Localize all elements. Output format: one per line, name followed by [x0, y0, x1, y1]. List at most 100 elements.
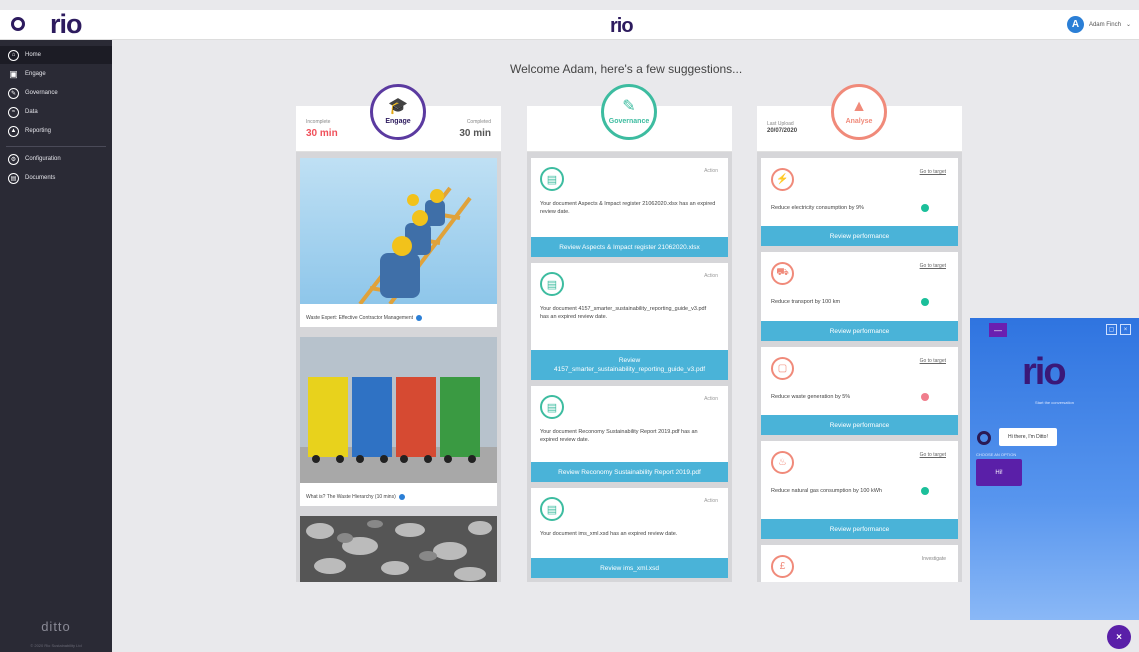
review-performance-button[interactable]: Review performance: [761, 519, 958, 539]
action-tag: Action: [704, 273, 718, 279]
data-icon: ≈: [8, 106, 19, 118]
analyse-badge-label: Analyse: [845, 118, 873, 125]
sidebar-item-engage[interactable]: ▣ Engage: [0, 65, 112, 83]
review-performance-button[interactable]: Review performance: [761, 415, 958, 435]
governance-card-text: Your document Reconomy Sustainability Re…: [540, 429, 698, 443]
analyse-card: ▢ Go to target Reduce waste generation b…: [761, 347, 958, 435]
status-indicator: [921, 204, 929, 212]
completed-label: Completed: [466, 119, 491, 125]
completed-value: 30 min: [459, 128, 491, 139]
info-icon[interactable]: [416, 315, 422, 321]
gear-icon: ⚙: [8, 153, 19, 165]
sidebar-item-label: Configuration: [25, 156, 61, 162]
pound-icon: £: [771, 555, 794, 578]
engage-column: Incomplete 30 min Completed 30 min 🎓 Eng…: [296, 84, 501, 582]
action-tag: Action: [704, 498, 718, 504]
home-icon: ⌂: [8, 49, 19, 61]
sidebar-item-reporting[interactable]: ▲ Reporting: [0, 122, 112, 140]
chart-icon: ▲: [8, 125, 19, 137]
minimize-button[interactable]: —: [989, 323, 1007, 337]
logo-mark-icon: [11, 17, 25, 31]
engage-badge-label: Engage: [385, 118, 411, 125]
chat-widget: — ▢ × rio Start the conversation Hi ther…: [970, 318, 1139, 620]
last-upload-value: 20/07/2020: [767, 128, 798, 134]
go-to-target-link[interactable]: Go to target: [920, 358, 946, 364]
review-button-line: Review: [618, 357, 641, 364]
engage-card[interactable]: Waste Expert: Effective Contractor Manag…: [300, 158, 497, 327]
governance-card: ▤ Action Your document Reconomy Sustaina…: [531, 386, 728, 482]
trash-icon: ▢: [771, 357, 794, 380]
area-chart-icon: ▲: [851, 98, 867, 115]
avatar: A: [1066, 16, 1084, 33]
governance-card-text: Your document Aspects & Impact register …: [540, 201, 716, 215]
lightning-icon: ⚡: [771, 168, 794, 191]
sidebar-item-label: Data: [25, 109, 38, 115]
governance-column: ✎ Governance ▤ Action Your document Aspe…: [527, 84, 732, 582]
cans-photo: [300, 516, 497, 582]
sidebar-item-configuration[interactable]: ⚙ Configuration: [0, 150, 112, 168]
target-text: Reduce electricity consumption by 9%: [771, 205, 864, 211]
sidebar-divider: [6, 146, 106, 147]
governance-card: ▤ Action Your document Aspects & Impact …: [531, 158, 728, 257]
document-icon: ▤: [8, 172, 19, 184]
incomplete-value: 30 min: [306, 128, 338, 139]
governance-card-text: Your document ims_xml.xsd has an expired…: [540, 531, 678, 537]
close-icon[interactable]: ×: [1120, 324, 1131, 335]
review-performance-button[interactable]: Review performance: [761, 321, 958, 341]
review-button[interactable]: Review 4157_smarter_sustainability_repor…: [531, 350, 728, 380]
target-text: Reduce transport by 100 km: [771, 299, 841, 305]
chat-option-button[interactable]: Hi!: [976, 459, 1022, 486]
sidebar-item-governance[interactable]: ✎ Governance: [0, 84, 112, 102]
go-to-target-link[interactable]: Go to target: [920, 263, 946, 269]
welcome-heading: Welcome Adam, here's a few suggestions..…: [510, 62, 743, 76]
popout-icon[interactable]: ▢: [1106, 324, 1117, 335]
review-button[interactable]: Review ims_xml.xsd: [531, 558, 728, 578]
engage-card-title: What is? The Waste Hierarchy (10 mins): [306, 494, 396, 500]
go-to-target-link[interactable]: Go to target: [920, 452, 946, 458]
logo-word: rio: [50, 9, 83, 39]
graduation-cap-icon: ▣: [9, 68, 18, 79]
governance-badge[interactable]: ✎ Governance: [601, 84, 657, 140]
document-icon: ▤: [540, 497, 564, 521]
target-text: Reduce waste generation by 5%: [771, 394, 851, 400]
pencil-icon: ✎: [622, 98, 636, 115]
engage-card[interactable]: What is? The Waste Hierarchy (10 mins): [300, 337, 497, 506]
engage-card[interactable]: [300, 516, 497, 582]
document-icon: ▤: [540, 395, 564, 419]
analyse-badge[interactable]: ▲ Analyse: [831, 84, 887, 140]
copyright: © 2020 Rio Sustainability Ltd: [30, 643, 82, 648]
document-icon: ▤: [540, 167, 564, 191]
brand-logo[interactable]: rio: [0, 10, 112, 40]
sidebar-item-label: Engage: [25, 71, 46, 77]
status-indicator: [921, 393, 929, 401]
status-indicator: [921, 298, 929, 306]
chat-logo: rio: [1022, 351, 1067, 393]
sidebar-item-label: Documents: [25, 175, 56, 181]
chat-close-button[interactable]: ×: [1107, 625, 1131, 649]
sidebar-item-home[interactable]: ⌂ Home: [0, 46, 112, 64]
review-button[interactable]: Review Reconomy Sustainability Report 20…: [531, 462, 728, 482]
graduation-cap-icon: 🎓: [388, 98, 408, 115]
target-text: Reduce natural gas consumption by 100 kW…: [771, 488, 882, 494]
engage-badge[interactable]: 🎓 Engage: [370, 84, 426, 140]
review-performance-button[interactable]: Review performance: [761, 226, 958, 246]
governance-card-text: Your document 4157_smarter_sustainabilit…: [540, 306, 707, 320]
chat-start-text: Start the conversation: [1035, 400, 1074, 405]
analyse-card: ⚡ Go to target Reduce electricity consum…: [761, 158, 958, 246]
flame-icon: ♨: [771, 451, 794, 474]
info-icon[interactable]: [398, 494, 405, 500]
sidebar-item-label: Reporting: [25, 128, 52, 134]
governance-badge-label: Governance: [608, 118, 650, 125]
review-button[interactable]: Review Aspects & Impact register 2106202…: [531, 237, 728, 257]
user-menu[interactable]: A Adam Finch ⌄: [1066, 16, 1131, 33]
sidebar: ⌂ Home ▣ Engage ✎ Governance ≈ Data ▲ Re…: [0, 40, 112, 652]
governance-card: ▤ Action Your document ims_xml.xsd has a…: [531, 488, 728, 578]
analyse-card: ♨ Go to target Reduce natural gas consum…: [761, 441, 958, 539]
engage-card-caption: What is? The Waste Hierarchy (10 mins): [300, 488, 497, 506]
chevron-down-icon: ⌄: [1125, 22, 1131, 28]
last-upload-label: Last Upload: [767, 121, 794, 127]
sidebar-item-data[interactable]: ≈ Data: [0, 103, 112, 121]
go-to-target-link[interactable]: Go to target: [920, 169, 946, 175]
truck-icon: ⛟: [771, 262, 794, 285]
sidebar-item-documents[interactable]: ▤ Documents: [0, 169, 112, 187]
